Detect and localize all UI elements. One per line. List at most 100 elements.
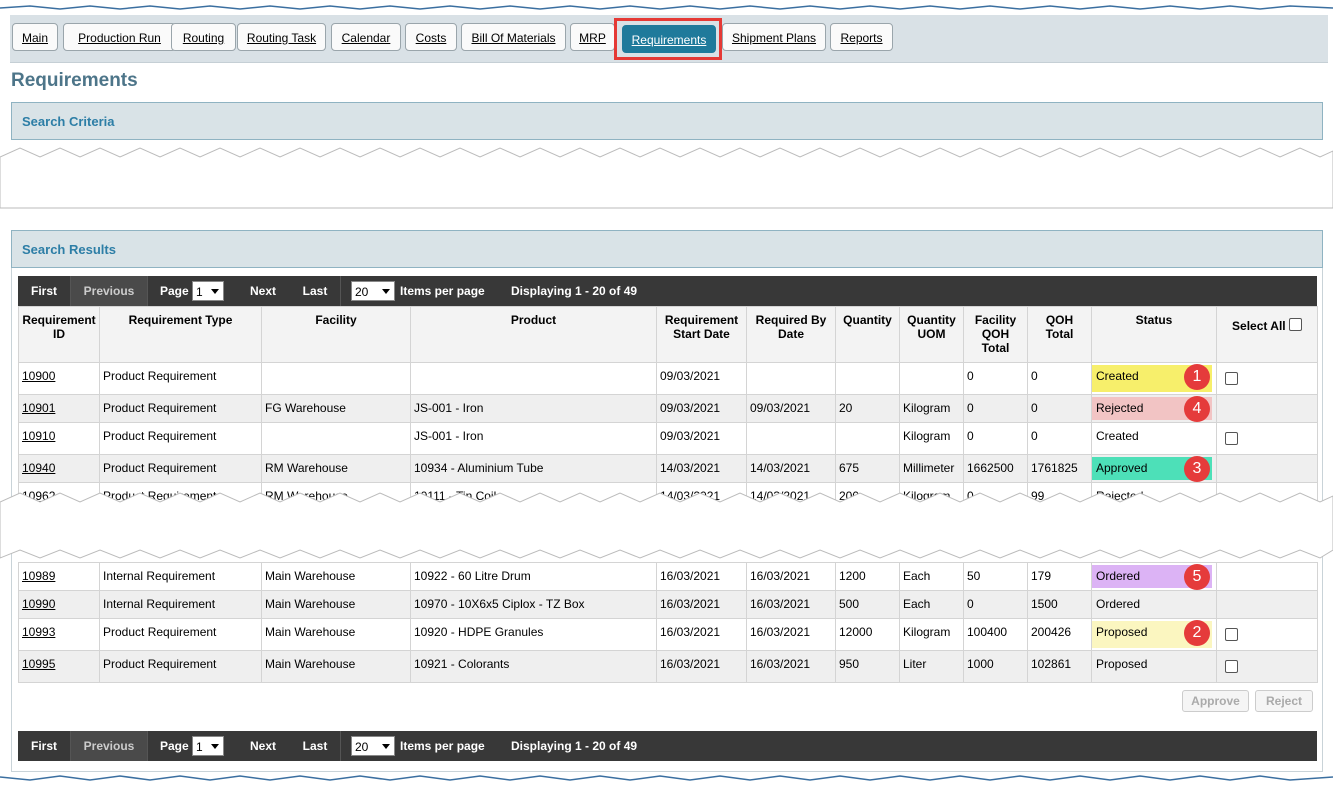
cell-facility bbox=[261, 362, 411, 395]
pager-items-select[interactable]: 20 bbox=[351, 736, 395, 756]
cell-select bbox=[1216, 650, 1318, 683]
tab-production-run[interactable]: Production Run bbox=[63, 23, 176, 51]
pager-page-select[interactable]: 1 bbox=[192, 736, 224, 756]
cell-fac-qoh: 1000 bbox=[963, 650, 1028, 683]
row-checkbox[interactable] bbox=[1225, 432, 1238, 445]
tab-costs[interactable]: Costs bbox=[405, 23, 457, 51]
cell-quantity: 500 bbox=[835, 590, 900, 619]
cell-id[interactable]: 10900 bbox=[18, 362, 100, 395]
pager-top: First Previous Page 1 Next Last 20 Items… bbox=[18, 276, 1317, 306]
cell-text: 0 bbox=[967, 597, 974, 611]
pager-first-button[interactable]: First bbox=[18, 276, 71, 306]
cell-product: 10934 - Aluminium Tube bbox=[410, 454, 657, 483]
col-requirement-id[interactable]: Requirement ID bbox=[18, 306, 100, 363]
row-checkbox[interactable] bbox=[1225, 628, 1238, 641]
cell-status: Ordered 5 bbox=[1091, 562, 1217, 591]
col-required-by-date[interactable]: Required By Date bbox=[746, 306, 836, 363]
cell-quantity: 1200 bbox=[835, 562, 900, 591]
cell-text: 675 bbox=[839, 461, 860, 475]
cell-id[interactable]: 10910 bbox=[18, 422, 100, 455]
cell-id[interactable]: 10993 bbox=[18, 618, 100, 651]
page-title: Requirements bbox=[11, 70, 138, 91]
requirement-id-link[interactable]: 10901 bbox=[22, 401, 55, 415]
cell-text: 50 bbox=[967, 569, 981, 583]
pager-first-button[interactable]: First bbox=[18, 731, 71, 761]
requirement-id-link[interactable]: 10989 bbox=[22, 569, 55, 583]
callout-badge: 5 bbox=[1184, 564, 1210, 590]
cell-facility: RM Warehouse bbox=[261, 454, 411, 483]
cell-text: Main Warehouse bbox=[265, 569, 356, 583]
cell-text: Kilogram bbox=[903, 429, 951, 443]
pager-last-button[interactable]: Last bbox=[290, 276, 341, 306]
pager-previous-button[interactable]: Previous bbox=[71, 276, 148, 306]
tab-reports[interactable]: Reports bbox=[830, 23, 893, 51]
cell-id[interactable]: 10989 bbox=[18, 562, 100, 591]
select-all-checkbox[interactable] bbox=[1288, 318, 1302, 331]
reject-button[interactable]: Reject bbox=[1255, 690, 1313, 712]
table-row: 10910 Product Requirement JS-001 - Iron 09/… bbox=[18, 422, 1318, 455]
col-quantity-uom[interactable]: Quantity UOM bbox=[899, 306, 964, 363]
chevron-down-icon bbox=[211, 744, 219, 749]
cell-required-by bbox=[746, 422, 836, 455]
requirement-id-link[interactable]: 10995 bbox=[22, 657, 55, 671]
cell-quantity: 20 bbox=[835, 394, 900, 423]
approve-button[interactable]: Approve bbox=[1182, 690, 1249, 712]
requirement-id-link[interactable]: 10910 bbox=[22, 429, 55, 443]
requirement-id-link[interactable]: 10900 bbox=[22, 369, 55, 383]
status-text: Proposed bbox=[1096, 657, 1148, 671]
cell-text: 14/03/2021 bbox=[750, 461, 811, 475]
pager-next-button[interactable]: Next bbox=[248, 276, 278, 306]
cell-id[interactable]: 10940 bbox=[18, 454, 100, 483]
pager-displaying: Displaying 1 - 20 of 49 bbox=[511, 739, 638, 753]
tab-bill-of-materials[interactable]: Bill Of Materials bbox=[461, 23, 566, 51]
cell-id[interactable]: 10901 bbox=[18, 394, 100, 423]
requirement-id-link[interactable]: 10940 bbox=[22, 461, 55, 475]
cell-text: 1000 bbox=[967, 657, 994, 671]
row-checkbox[interactable] bbox=[1225, 660, 1238, 673]
cell-facility: Main Warehouse bbox=[261, 590, 411, 619]
pager-next-button[interactable]: Next bbox=[248, 731, 278, 761]
cell-quantity: 12000 bbox=[835, 618, 900, 651]
cell-required-by: 16/03/2021 bbox=[746, 650, 836, 683]
pager-last-button[interactable]: Last bbox=[290, 731, 341, 761]
cell-uom: Kilogram bbox=[899, 394, 964, 423]
col-qoh-total[interactable]: QOH Total bbox=[1027, 306, 1092, 363]
pager-items-value: 20 bbox=[355, 740, 369, 754]
col-product[interactable]: Product bbox=[410, 306, 657, 363]
search-criteria-header[interactable]: Search Criteria bbox=[11, 102, 1323, 140]
requirement-id-link[interactable]: 10990 bbox=[22, 597, 55, 611]
cell-fac-qoh: 50 bbox=[963, 562, 1028, 591]
cell-id[interactable]: 10990 bbox=[18, 590, 100, 619]
tab-shipment-plans[interactable]: Shipment Plans bbox=[722, 23, 826, 51]
search-results-header[interactable]: Search Results bbox=[11, 230, 1323, 268]
cell-qoh: 1761825 bbox=[1027, 454, 1092, 483]
cell-text: Internal Requirement bbox=[103, 597, 216, 611]
col-facility-qoh[interactable]: Facility QOH Total bbox=[963, 306, 1028, 363]
cell-product: JS-001 - Iron bbox=[410, 422, 657, 455]
col-quantity[interactable]: Quantity bbox=[835, 306, 900, 363]
col-start-date[interactable]: Requirement Start Date bbox=[656, 306, 747, 363]
col-requirement-type[interactable]: Requirement Type bbox=[99, 306, 262, 363]
tab-calendar[interactable]: Calendar bbox=[331, 23, 401, 51]
tab-mrp[interactable]: MRP bbox=[570, 23, 615, 51]
col-facility[interactable]: Facility bbox=[261, 306, 411, 363]
requirement-id-link[interactable]: 10993 bbox=[22, 625, 55, 639]
tab-main[interactable]: Main bbox=[12, 23, 58, 51]
cell-id[interactable]: 10995 bbox=[18, 650, 100, 683]
tab-routing-task[interactable]: Routing Task bbox=[237, 23, 326, 51]
pager-items-select[interactable]: 20 bbox=[351, 281, 395, 301]
col-status[interactable]: Status bbox=[1091, 306, 1217, 363]
cell-text: FG Warehouse bbox=[265, 401, 346, 415]
chevron-down-icon bbox=[382, 289, 390, 294]
row-checkbox[interactable] bbox=[1225, 372, 1238, 385]
cell-product: 10970 - 10X6x5 Ciplox - TZ Box bbox=[410, 590, 657, 619]
pager-previous-button[interactable]: Previous bbox=[71, 731, 148, 761]
cell-text: Kilogram bbox=[903, 401, 951, 415]
cell-text: Product Requirement bbox=[103, 429, 217, 443]
tab-routing[interactable]: Routing bbox=[171, 23, 236, 51]
cell-type: Product Requirement bbox=[99, 650, 262, 683]
pager-page-select[interactable]: 1 bbox=[192, 281, 224, 301]
cell-quantity bbox=[835, 362, 900, 395]
requirements-table-continued: 10989 Internal Requirement Main Warehouse 1… bbox=[18, 562, 1318, 683]
cell-status: Created bbox=[1091, 422, 1217, 455]
